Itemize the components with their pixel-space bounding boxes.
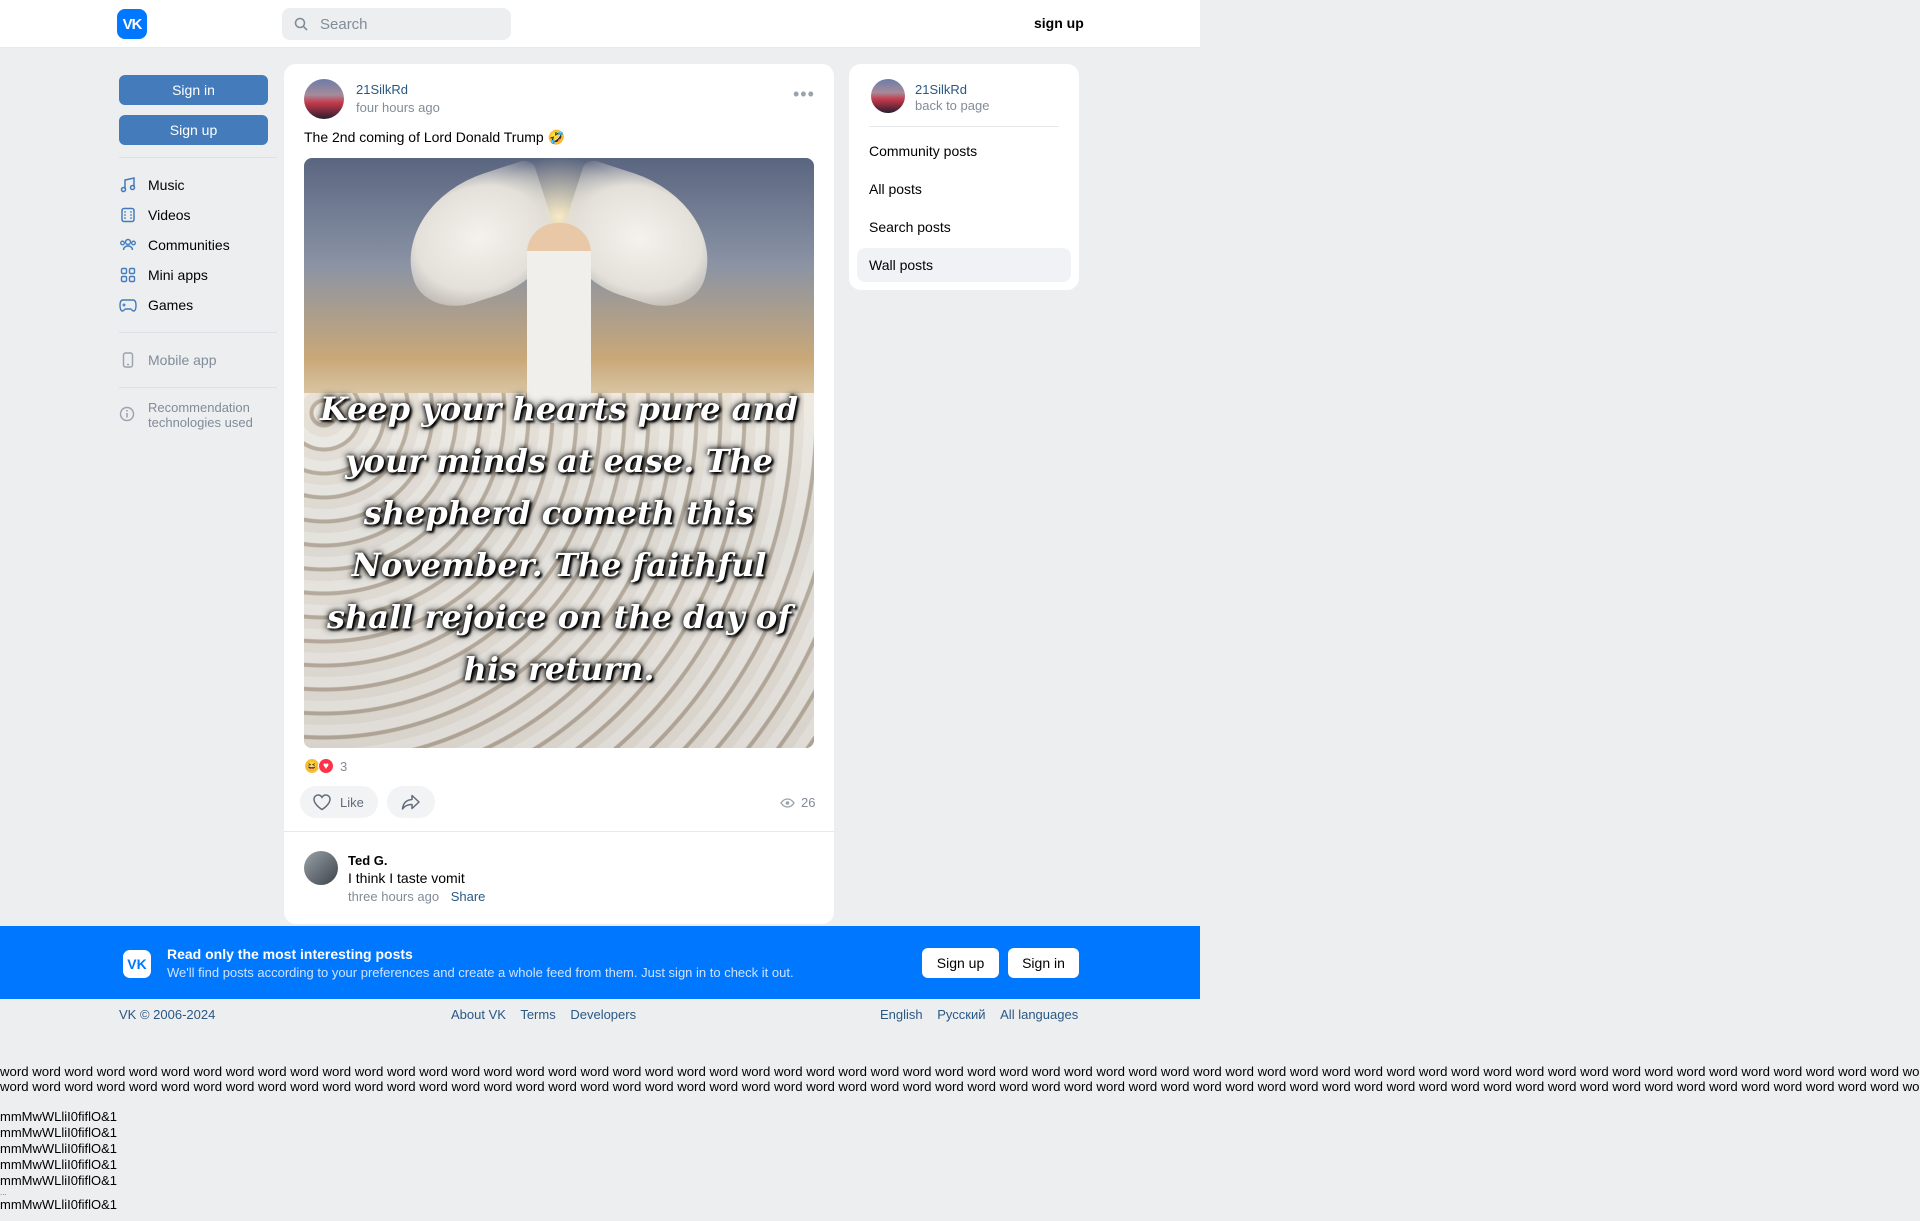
menu-all-posts[interactable]: All posts [857, 172, 1071, 206]
nav-item-games[interactable]: Games [119, 290, 277, 320]
footer-links: About VK Terms Developers [451, 1007, 647, 1022]
glyph-line: mmMwWLliI0fiflO&1 [0, 1141, 118, 1156]
footer-copyright: VK © 2006-2024 [119, 1007, 216, 1022]
nav-item-music[interactable]: Music [119, 170, 277, 200]
search-input[interactable] [318, 14, 488, 34]
share-button[interactable] [387, 786, 435, 818]
vk-logo[interactable]: VK [117, 9, 147, 39]
glyph-line: mmMwWLliI0fiflO&1 [0, 1197, 118, 1212]
comment-meta: three hours ago Share [348, 889, 485, 904]
info-icon [119, 406, 137, 424]
comment-author[interactable]: Ted G. [348, 853, 387, 868]
nav-label: Games [148, 297, 194, 313]
videos-icon [119, 206, 137, 224]
glyph-line: mmMwWLliI0fiflO&1 [0, 1157, 118, 1172]
nav-item-videos[interactable]: Videos [119, 200, 277, 230]
heart-icon [313, 794, 331, 811]
glyph-line: mmMwWLliI0fiflO&1 [0, 1173, 118, 1188]
footer-terms-link[interactable]: Terms [520, 1007, 555, 1022]
banner-sign-up-button[interactable]: Sign up [922, 948, 999, 978]
post-image[interactable]: Keep your hearts pure and your minds at … [304, 158, 814, 748]
lang-russian-link[interactable]: Русский [937, 1007, 985, 1022]
divider [119, 387, 277, 388]
top-bar: VK sign up [0, 0, 1200, 48]
comment-time[interactable]: three hours ago [348, 889, 439, 904]
divider [119, 157, 277, 158]
phone-icon [119, 351, 137, 369]
menu-search-posts[interactable]: Search posts [857, 210, 1071, 244]
banner-subtitle: We'll find posts according to your prefe… [167, 965, 794, 980]
eye-icon [780, 797, 795, 808]
comment-share-link[interactable]: Share [451, 889, 486, 904]
nav-label: Videos [148, 207, 191, 223]
like-button[interactable]: Like [300, 786, 378, 818]
recommendation-link[interactable]: Recommendation technologies used [119, 400, 277, 430]
footer-developers-link[interactable]: Developers [570, 1007, 636, 1022]
sign-up-button[interactable]: Sign up [119, 115, 268, 145]
divider [284, 831, 834, 832]
sign-in-button[interactable]: Sign in [119, 75, 268, 105]
glyph-test-block: mmMwWLliI0fiflO&1 mmMwWLliI0fiflO&1 mmMw… [0, 1109, 117, 1213]
page-name[interactable]: 21SilkRd [915, 82, 967, 97]
page-avatar[interactable] [871, 79, 905, 113]
mobile-app-link[interactable]: Mobile app [119, 345, 277, 375]
heart-reaction-icon: ♥ [318, 758, 334, 774]
views-number: 26 [801, 795, 816, 810]
back-to-page-link[interactable]: back to page [915, 98, 989, 113]
footer-languages: English Русский All languages [880, 1007, 1078, 1022]
search-icon [294, 17, 308, 31]
nav-item-communities[interactable]: Communities [119, 230, 277, 260]
post-time[interactable]: four hours ago [356, 100, 440, 115]
nav-label: Music [148, 177, 185, 193]
views-count: 26 [780, 795, 815, 810]
music-icon [119, 176, 137, 194]
search-box[interactable] [282, 8, 511, 40]
comment-text: I think I taste vomit [348, 870, 465, 886]
post-text: The 2nd coming of Lord Donald Trump 🤣 [304, 129, 566, 145]
vk-logo: VK [123, 950, 151, 978]
signup-link[interactable]: sign up [1034, 15, 1084, 31]
left-nav: Sign in Sign up Music Videos Communities… [119, 75, 277, 430]
like-label: Like [340, 794, 364, 810]
banner-title: Read only the most interesting posts [167, 946, 413, 962]
banner-sign-in-button[interactable]: Sign in [1008, 948, 1079, 978]
author-avatar[interactable] [304, 79, 344, 119]
commenter-avatar[interactable] [304, 851, 338, 885]
mini-apps-icon [119, 266, 137, 284]
lang-all-link[interactable]: All languages [1000, 1007, 1078, 1022]
menu-community-posts[interactable]: Community posts [857, 134, 1071, 168]
more-options-icon[interactable]: ••• [793, 85, 815, 103]
divider [869, 126, 1059, 127]
filler-line: word word word word word word word word … [0, 1079, 1920, 1094]
post-author[interactable]: 21SilkRd [356, 82, 408, 97]
nav-label: Communities [148, 237, 230, 253]
communities-icon [119, 236, 137, 254]
divider [119, 332, 277, 333]
glyph-line: mmMwWLliI0fiflO&1 [0, 1109, 118, 1124]
post-card: 21SilkRd four hours ago ••• The 2nd comi… [284, 64, 834, 924]
filler-line: word word word word word word word word … [0, 1064, 1920, 1079]
lang-english-link[interactable]: English [880, 1007, 923, 1022]
signin-banner: VK Read only the most interesting posts … [0, 926, 1200, 999]
nav-item-mini-apps[interactable]: Mini apps [119, 260, 277, 290]
games-icon [119, 296, 137, 314]
image-caption: Keep your hearts pure and your minds at … [319, 390, 799, 688]
share-icon [401, 794, 420, 810]
glyph-line: mmMwWLliI0fiflO&1 [0, 1125, 118, 1140]
menu-wall-posts[interactable]: Wall posts [857, 248, 1071, 282]
footer-about-link[interactable]: About VK [451, 1007, 506, 1022]
reactions-count: 3 [340, 758, 348, 774]
mobile-app-label: Mobile app [148, 352, 217, 368]
reactions-summary[interactable]: 😆 ♥ 3 [304, 758, 347, 774]
glyph-dots: ... [0, 1188, 7, 1197]
right-panel: 21SilkRd back to page Community posts Al… [849, 64, 1079, 290]
nav-label: Mini apps [148, 267, 208, 283]
recommendation-label: Recommendation technologies used [148, 400, 253, 430]
